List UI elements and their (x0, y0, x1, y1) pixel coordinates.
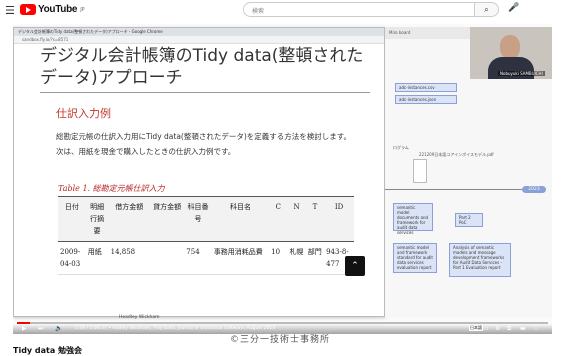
table-cell: 札幌 (287, 241, 306, 275)
table-cell: 部門 (305, 241, 325, 275)
table-cell: 10 (269, 241, 288, 275)
search-input[interactable]: 検索 (243, 2, 475, 17)
column-header: 借方金額 (108, 196, 150, 242)
table-cell: 754 (184, 241, 212, 275)
browser-tab-title: デジタル会計帳簿のTidy data(整頓されたデータ)アプローチ - Goog… (14, 28, 384, 36)
table-row: 2009-04-03 用紙 14,858 754 事務用消耗品費 10 札幌 部… (58, 241, 354, 275)
region-code: JP (80, 6, 85, 13)
mic-icon[interactable]: 🎤 (508, 3, 519, 13)
table-cell: 事務用消耗品費 (211, 241, 270, 275)
volume-icon[interactable]: 🔈 (55, 325, 62, 332)
settings-icon[interactable]: ⚙ (495, 325, 500, 332)
sticky-note-label: Headley Wickham (119, 315, 160, 320)
column-header: T (305, 196, 325, 242)
miniplayer-icon[interactable]: ⧉ (507, 325, 511, 333)
column-header: N (287, 196, 306, 242)
column-header: 科目名 (211, 196, 270, 242)
table-caption: Table 1. 総勘定元帳仕訳入力 (58, 184, 165, 193)
search-icon: ⌕ (484, 5, 489, 14)
theater-icon[interactable]: ▬ (520, 325, 526, 332)
document-thumbnail (413, 159, 427, 183)
diagram-node: Part 2 PoC (455, 213, 483, 227)
browser-address-bar: sandbox.fly.io/?s=8571 (14, 36, 384, 44)
column-header: C (269, 196, 288, 242)
hamburger-icon[interactable]: ☰ (5, 4, 15, 17)
fullscreen-icon[interactable]: ⛶ (534, 325, 538, 333)
table-cell (149, 241, 185, 275)
youtube-play-logo-icon (20, 4, 36, 15)
slide-divider (40, 92, 370, 93)
presenter-webcam: Nobuyuki SAMBUICHI (470, 27, 552, 79)
diagram-node: adc-instances.json (395, 95, 457, 104)
youtube-header: ☰ YouTube JP 検索 ⌕ 🎤 (0, 0, 567, 22)
next-icon[interactable]: ⏭ (38, 325, 43, 333)
section-heading: 仕訳入力例 (56, 107, 111, 120)
diagram-node: adc-instances.csv (395, 83, 457, 92)
time-display: 1:34 / 1:04:37 • Hadley Wickham, Tidy Da… (75, 326, 276, 331)
search-button[interactable]: ⌕ (475, 2, 499, 17)
play-icon[interactable]: ▶ (22, 325, 27, 332)
presenter-head (500, 35, 520, 59)
paragraph: 総勘定元帳の仕訳入力用にTidy data(整頓されたデータ)を定義する方法を検… (56, 132, 352, 141)
journal-table-container: 日付 明細行摘要 借方金額 貸方金額 科目番号 科目名 C N T ID 200 (58, 196, 368, 306)
presenter-name: Nobuyuki SAMBUICHI (498, 71, 545, 76)
timeline-line (385, 189, 522, 190)
table-cell: 14,858 (108, 241, 150, 275)
diagram-node: semantic model and framework standard fo… (393, 243, 437, 273)
youtube-logo[interactable]: YouTube JP (20, 4, 85, 15)
language-badge: 日本語 (469, 325, 483, 331)
diagram-label: ログラム (393, 145, 409, 150)
chevron-up-icon: ⌃ (351, 261, 359, 271)
copyright-watermark: ©三分一技術士事務所 (230, 335, 331, 345)
diagram-node: Analysis of semantic models and message … (449, 243, 511, 277)
column-header: 科目番号 (184, 196, 212, 242)
column-header: 貸方金額 (149, 196, 185, 242)
shared-browser-window: デジタル会計帳簿のTidy data(整頓されたデータ)アプローチ - Goog… (13, 27, 385, 317)
table-cell: 2009-04-03 (58, 241, 86, 275)
table-cell: 用紙 (85, 241, 109, 275)
video-title[interactable]: Tidy data 勉強会 (13, 345, 82, 356)
scroll-to-top-button[interactable]: ⌃ (345, 256, 365, 276)
slide-title: デジタル会計帳簿のTidy data(整頓されたデータ)アプローチ (40, 46, 364, 88)
captions-icon[interactable]: ▭ (483, 325, 489, 332)
diagram-node: semantic model documents and framework f… (393, 203, 433, 235)
table-header-row: 日付 明細行摘要 借方金額 貸方金額 科目番号 科目名 C N T ID (58, 196, 354, 242)
timeline-year-badge: 2023 (522, 186, 546, 193)
column-header: 日付 (58, 196, 86, 242)
video-player[interactable]: デジタル会計帳簿のTidy data(整頓されたデータ)アプローチ - Goog… (13, 24, 552, 334)
journal-table: 日付 明細行摘要 借方金額 貸方金額 科目番号 科目名 C N T ID 200 (58, 196, 354, 275)
youtube-logo-text: YouTube (38, 4, 78, 15)
column-header: 明細行摘要 (85, 196, 109, 242)
slide-body: 総勘定元帳の仕訳入力用にTidy data(整頓されたデータ)を定義する方法を検… (56, 131, 376, 161)
column-header: ID (324, 196, 354, 242)
diagram-file-label: 221209日本語コアインボイスモデル.pdf (419, 152, 494, 157)
paragraph: 次は、用紙を現金で購入したときの仕訳入力例です。 (56, 147, 236, 156)
